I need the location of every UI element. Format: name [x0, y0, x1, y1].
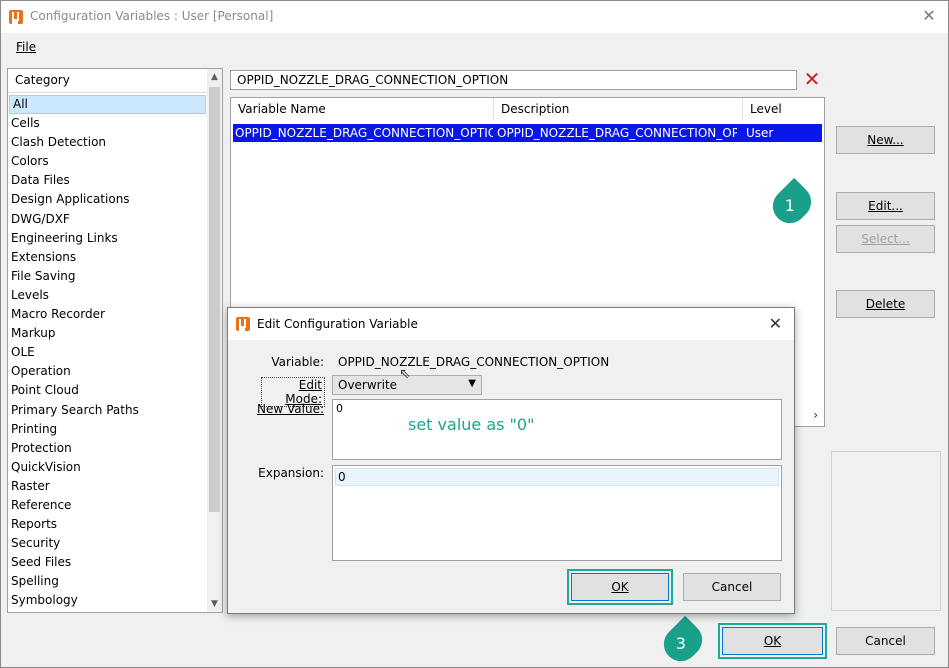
step-3-callout: 3 [656, 615, 710, 668]
main-ok-button[interactable]: OK [718, 623, 827, 659]
category-item[interactable]: Cells [8, 114, 208, 133]
scroll-down-icon[interactable]: ▼ [207, 596, 222, 612]
category-item[interactable]: OLE [8, 343, 208, 362]
menu-file-label: File [16, 40, 37, 54]
table-row[interactable]: OPPID_NOZZLE_DRAG_CONNECTION_OPTION OPPI… [233, 124, 822, 142]
category-item[interactable]: QuickVision [8, 458, 208, 477]
menu-file[interactable]: File [16, 40, 36, 54]
delete-button[interactable]: Delete [836, 290, 935, 318]
category-item[interactable]: Primary Search Paths [8, 401, 208, 420]
chevron-down-icon: ▼ [468, 378, 476, 389]
row-level: User [746, 126, 774, 140]
category-item[interactable]: Point Cloud [8, 381, 208, 400]
category-item[interactable]: Engineering Links [8, 229, 208, 248]
category-item[interactable]: Seed Files [8, 553, 208, 572]
new-button-label: New... [867, 133, 904, 147]
config-variables-window: Configuration Variables : User [Personal… [0, 0, 949, 668]
edit-button-label: Edit... [868, 199, 903, 213]
dialog-app-icon [236, 317, 250, 331]
category-item[interactable]: Markup [8, 324, 208, 343]
new-value-label-text: New Value: [257, 402, 324, 416]
row-variable-name: OPPID_NOZZLE_DRAG_CONNECTION_OPTION [235, 126, 493, 140]
close-icon[interactable]: ✕ [920, 7, 938, 25]
new-value-field[interactable]: 0 [332, 399, 782, 460]
scrollbar-thumb[interactable] [209, 87, 220, 512]
category-header: Category [8, 69, 208, 93]
category-scrollbar[interactable]: ▲ ▼ [207, 69, 222, 612]
category-list[interactable]: Category All Cells Clash Detection Colors Da… [7, 68, 223, 613]
category-item[interactable]: Operation [8, 362, 208, 381]
column-header-variable-name[interactable]: Variable Name [231, 98, 494, 121]
category-item[interactable]: Raster [8, 477, 208, 496]
clear-search-icon[interactable]: ✕ [802, 69, 822, 89]
category-item[interactable]: Protection [8, 439, 208, 458]
category-item[interactable]: Macro Recorder [8, 305, 208, 324]
details-panel [831, 451, 941, 611]
category-item[interactable]: Printing [8, 420, 208, 439]
category-item[interactable]: Reports [8, 515, 208, 534]
dialog-cancel-button[interactable]: Cancel [683, 573, 781, 601]
dialog-title: Edit Configuration Variable [257, 317, 418, 331]
title-bar: Configuration Variables : User [Personal… [1, 1, 948, 33]
step-1-number: 1 [784, 196, 795, 216]
category-item[interactable]: Design Applications [8, 190, 208, 209]
new-value-label: New Value: [248, 402, 324, 416]
expansion-field: 0 [332, 465, 782, 561]
category-item[interactable]: Reference [8, 496, 208, 515]
select-button-label: Select... [861, 232, 910, 246]
edit-mode-value: Overwrite [338, 378, 398, 392]
main-ok-label: OK [763, 634, 782, 648]
dialog-title-bar: Edit Configuration Variable ✕ [228, 308, 794, 340]
edit-variable-dialog: Edit Configuration Variable ✕ Variable: … [227, 307, 795, 614]
category-item[interactable]: All [9, 95, 206, 115]
new-button[interactable]: New... [836, 126, 935, 154]
category-item[interactable]: Colors [8, 152, 208, 171]
edit-button[interactable]: Edit... [836, 192, 935, 220]
variable-value: OPPID_NOZZLE_DRAG_CONNECTION_OPTION [338, 355, 610, 369]
category-item[interactable]: Symbology [8, 591, 208, 610]
expansion-value: 0 [335, 468, 779, 486]
delete-button-label: Delete [865, 297, 906, 311]
expansion-label: Expansion: [258, 466, 324, 480]
variable-label: Variable: [271, 355, 324, 369]
step-3-number: 3 [675, 634, 686, 654]
column-header-description[interactable]: Description [494, 98, 743, 121]
column-header-level[interactable]: Level [743, 98, 824, 121]
category-item[interactable]: Levels [8, 286, 208, 305]
category-item[interactable]: Clash Detection [8, 133, 208, 152]
category-item[interactable]: Data Files [8, 171, 208, 190]
window-title: Configuration Variables : User [Personal… [30, 9, 274, 23]
category-item[interactable]: DWG/DXF [8, 210, 208, 229]
category-item[interactable]: Extensions [8, 248, 208, 267]
select-button[interactable]: Select... [836, 225, 935, 253]
row-description: OPPID_NOZZLE_DRAG_CONNECTION_OP... [497, 126, 737, 140]
category-item[interactable]: Security [8, 534, 208, 553]
category-items: All Cells Clash Detection Colors Data Files D… [8, 95, 208, 611]
category-item[interactable]: File Saving [8, 267, 208, 286]
instruction-annotation: set value as "0" [408, 415, 535, 434]
menu-bar: File [1, 33, 948, 59]
variable-search-input[interactable]: OPPID_NOZZLE_DRAG_CONNECTION_OPTION [230, 70, 797, 90]
scroll-up-icon[interactable]: ▲ [207, 69, 222, 85]
category-item[interactable]: Spelling [8, 572, 208, 591]
dialog-ok-button[interactable]: OK [567, 569, 673, 605]
main-cancel-button[interactable]: Cancel [836, 627, 935, 655]
mouse-cursor-icon: ⇖ [399, 366, 411, 382]
app-icon [9, 10, 23, 24]
dialog-close-icon[interactable]: ✕ [769, 314, 782, 333]
dialog-ok-label: OK [611, 580, 629, 594]
scroll-right-icon[interactable]: › [813, 408, 818, 422]
